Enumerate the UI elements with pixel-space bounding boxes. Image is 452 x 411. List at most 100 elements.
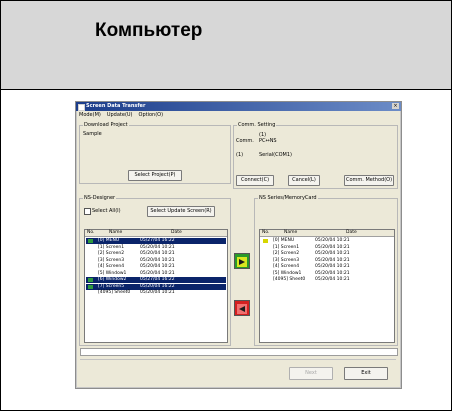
screen-date: 05/20/04 10:21 bbox=[140, 270, 175, 276]
screen-name: [1] Screen1 bbox=[98, 244, 125, 250]
menu-option[interactable]: Option(O) bbox=[139, 112, 164, 118]
screen-name: [4095] Sheet0 bbox=[98, 290, 131, 295]
list-item[interactable]: [5] Window1 05/20/04 10:21 bbox=[261, 271, 393, 277]
download-project-label: Download Project bbox=[83, 122, 129, 128]
status-divider bbox=[80, 359, 396, 362]
list-item[interactable]: [4] Screen4 05/20/04 10:21 bbox=[86, 264, 226, 270]
list-item[interactable]: [6] Window2 05/27/04 16:22 bbox=[86, 277, 226, 283]
close-icon[interactable]: × bbox=[392, 103, 399, 109]
screen-type-icon bbox=[88, 239, 93, 243]
screen-date: 05/20/04 10:21 bbox=[140, 264, 175, 269]
screen-name: [5] Window1 bbox=[273, 270, 302, 276]
comm-row3-value: Serial(COM1) bbox=[259, 152, 292, 158]
upload-arrow-button[interactable] bbox=[234, 300, 250, 316]
select-all-label: Select All(I) bbox=[92, 208, 121, 214]
screen-name: [7] Screen5 bbox=[98, 283, 125, 289]
select-project-button[interactable]: Select Project(P) bbox=[128, 170, 182, 181]
screen-date: 05/27/04 16:22 bbox=[140, 238, 175, 243]
screen-name: [3] Screen3 bbox=[273, 257, 300, 263]
list-item[interactable]: [4095] Sheet0 05/20/04 10:21 bbox=[86, 290, 226, 296]
screen-type-icon bbox=[88, 284, 93, 289]
screen-name: [0] MENU bbox=[98, 238, 120, 243]
screen-date: 05/20/04 10:21 bbox=[315, 257, 350, 263]
exit-button[interactable]: Exit bbox=[344, 367, 388, 380]
screen-date: 05/20/04 16:22 bbox=[140, 283, 175, 289]
list-item[interactable]: [4] Screen4 05/20/04 10:21 bbox=[261, 264, 393, 270]
upload-arrow-icon bbox=[237, 304, 247, 314]
list-item[interactable]: [0] MENU 05/20/04 10:21 bbox=[261, 238, 393, 244]
comm-row3-key: (1) bbox=[236, 152, 244, 158]
screen-name: [6] Window2 bbox=[98, 277, 127, 282]
select-all-checkbox[interactable] bbox=[84, 208, 91, 215]
list-item[interactable]: [4095] Sheet0 05/20/04 10:21 bbox=[261, 277, 393, 283]
list-item[interactable]: [2] Screen2 05/20/04 10:21 bbox=[261, 251, 393, 257]
screen-date: 05/20/04 10:21 bbox=[315, 277, 350, 282]
menu-bar: Mode(M) Update(U) Option(O) bbox=[76, 111, 401, 119]
next-button[interactable]: Next bbox=[289, 367, 333, 380]
menu-update[interactable]: Update(U) bbox=[107, 112, 133, 118]
list-header: No. Name Date bbox=[85, 230, 227, 237]
screen-date: 05/20/04 10:21 bbox=[315, 251, 350, 256]
ns-designer-group: NS-Designer Select All(I) Select Update … bbox=[79, 195, 231, 346]
comm-setting-label: Comm. Setting bbox=[237, 122, 277, 128]
designer-screen-list[interactable]: No. Name Date [0] MENU 05/27/04 16:22 [1] … bbox=[84, 229, 228, 343]
list-header: No. Name Date bbox=[260, 230, 394, 237]
screen-name: [2] Screen2 bbox=[273, 251, 300, 256]
ns-series-label: NS Series/MemoryCard bbox=[258, 195, 318, 201]
connect-button[interactable]: Connect(C) bbox=[236, 175, 274, 186]
screen-type-icon bbox=[263, 239, 268, 243]
col-date: Date bbox=[346, 230, 357, 235]
title-bar: Screen Data Transfer × bbox=[76, 102, 401, 111]
col-no: No. bbox=[262, 230, 270, 235]
window-title: Screen Data Transfer bbox=[86, 103, 146, 109]
cancel-button[interactable]: Cancel(L) bbox=[288, 175, 320, 186]
screen-name: [4] Screen4 bbox=[273, 264, 300, 269]
screen-name: [4] Screen4 bbox=[98, 264, 125, 269]
screen-date: 05/20/04 10:21 bbox=[315, 238, 350, 243]
screen-name: [3] Screen3 bbox=[98, 257, 125, 263]
screen-date: 05/20/04 10:21 bbox=[140, 257, 175, 263]
col-date: Date bbox=[171, 230, 182, 235]
screen-type-icon bbox=[88, 278, 93, 282]
list-item[interactable]: [1] Screen1 05/20/04 10:21 bbox=[261, 245, 393, 251]
screen-date: 05/20/04 10:21 bbox=[140, 251, 175, 256]
list-item[interactable]: [3] Screen3 05/20/04 10:21 bbox=[86, 258, 226, 264]
download-project-group: Download Project Sample Select Project(P… bbox=[79, 122, 231, 184]
screen-date: 05/27/04 16:22 bbox=[140, 277, 175, 282]
screen-name: [0] MENU bbox=[273, 238, 295, 243]
slide-frame: Компьютер Screen Data Transfer × Mode(M)… bbox=[0, 0, 452, 411]
screen-name: [4095] Sheet0 bbox=[273, 277, 306, 282]
comm-setting-group: Comm. Setting (1) Comm. PC↔NS (1) Serial… bbox=[233, 122, 398, 189]
col-name: Name bbox=[284, 230, 298, 235]
screen-date: 05/20/04 10:21 bbox=[315, 264, 350, 269]
screen-name: [1] Screen1 bbox=[273, 244, 300, 250]
app-icon bbox=[78, 104, 85, 111]
ns-series-screen-list[interactable]: No. Name Date [0] MENU 05/20/04 10:21 [1] … bbox=[259, 229, 395, 343]
list-item[interactable]: [0] MENU 05/27/04 16:22 bbox=[86, 238, 226, 244]
slide-header: Компьютер bbox=[1, 1, 451, 90]
screen-date: 05/20/04 10:21 bbox=[140, 244, 175, 250]
comm-row2-key: Comm. bbox=[236, 138, 254, 144]
ns-series-group: NS Series/MemoryCard No. Name Date [0] M… bbox=[254, 195, 398, 346]
select-update-screen-button[interactable]: Select Update Screen(R) bbox=[147, 206, 215, 217]
list-item[interactable]: [1] Screen1 05/20/04 10:21 bbox=[86, 245, 226, 251]
progress-bar bbox=[80, 348, 398, 356]
menu-mode[interactable]: Mode(M) bbox=[79, 112, 101, 118]
list-item[interactable]: [2] Screen2 05/20/04 10:21 bbox=[86, 251, 226, 257]
list-item[interactable]: [5] Window1 05/20/04 10:21 bbox=[86, 271, 226, 277]
download-arrow-button[interactable] bbox=[234, 253, 250, 269]
screen-date: 05/20/04 10:21 bbox=[315, 270, 350, 276]
screen-date: 05/20/04 10:21 bbox=[315, 244, 350, 250]
screen-date: 05/20/04 10:21 bbox=[140, 290, 175, 295]
download-arrow-icon bbox=[237, 257, 247, 267]
ns-designer-label: NS-Designer bbox=[83, 195, 117, 201]
screen-name: [2] Screen2 bbox=[98, 251, 125, 256]
project-name: Sample bbox=[83, 131, 102, 137]
screen-data-transfer-window: Screen Data Transfer × Mode(M) Update(U) O… bbox=[75, 101, 402, 389]
comm-row2-value: PC↔NS bbox=[259, 138, 277, 144]
comm-method-button[interactable]: Comm. Method(O) bbox=[344, 175, 394, 186]
list-item[interactable]: [3] Screen3 05/20/04 10:21 bbox=[261, 258, 393, 264]
list-item[interactable]: [7] Screen5 05/20/04 16:22 bbox=[86, 283, 226, 290]
screen-name: [5] Window1 bbox=[98, 270, 127, 276]
slide-title: Компьютер bbox=[95, 20, 203, 41]
